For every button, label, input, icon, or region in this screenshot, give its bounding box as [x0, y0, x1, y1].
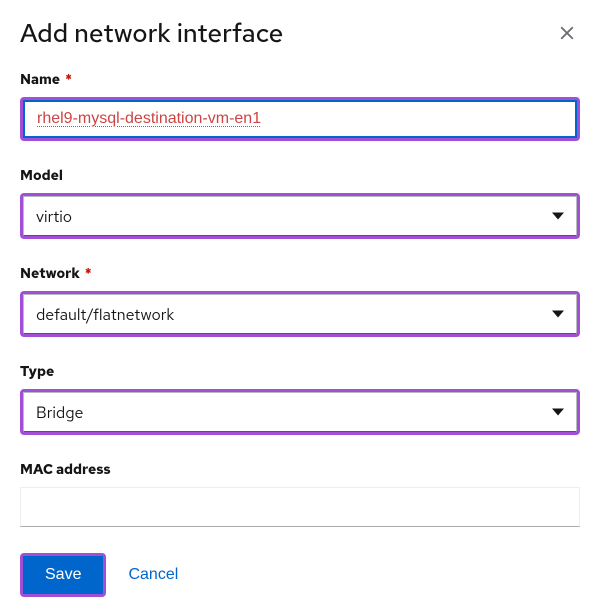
name-input[interactable] — [23, 100, 577, 138]
name-field: Name * — [20, 71, 580, 141]
cancel-button[interactable]: Cancel — [128, 566, 178, 584]
network-field: Network * default/flatnetwork — [20, 265, 580, 337]
mac-input[interactable] — [20, 487, 580, 527]
modal-title: Add network interface — [20, 18, 283, 49]
required-marker: * — [65, 71, 72, 89]
model-highlight: virtio — [20, 193, 580, 239]
name-label: Name * — [20, 71, 580, 89]
network-label-text: Network — [20, 265, 80, 283]
type-label: Type — [20, 363, 580, 381]
type-field: Type Bridge — [20, 363, 580, 435]
mac-field: MAC address — [20, 461, 580, 527]
network-select[interactable]: default/flatnetwork — [23, 294, 577, 334]
save-button[interactable]: Save — [23, 556, 103, 594]
type-select[interactable]: Bridge — [23, 392, 577, 432]
chevron-down-icon — [552, 213, 564, 220]
close-icon — [558, 24, 576, 42]
mac-label-text: MAC address — [20, 461, 111, 479]
model-select[interactable]: virtio — [23, 196, 577, 236]
required-marker: * — [85, 265, 92, 283]
type-label-text: Type — [20, 363, 54, 381]
mac-label: MAC address — [20, 461, 580, 479]
close-button[interactable] — [554, 20, 580, 46]
type-select-value: Bridge — [36, 402, 83, 423]
add-network-interface-modal: Add network interface Name * Model virti… — [0, 0, 600, 613]
model-select-value: virtio — [36, 206, 72, 227]
network-highlight: default/flatnetwork — [20, 291, 580, 337]
chevron-down-icon — [552, 311, 564, 318]
model-label: Model — [20, 167, 580, 185]
name-highlight — [20, 97, 580, 141]
name-label-text: Name — [20, 71, 60, 89]
network-select-value: default/flatnetwork — [36, 304, 174, 325]
network-label: Network * — [20, 265, 580, 283]
model-field: Model virtio — [20, 167, 580, 239]
modal-header: Add network interface — [20, 18, 580, 49]
modal-actions: Save Cancel — [20, 553, 580, 597]
model-label-text: Model — [20, 167, 63, 185]
save-highlight: Save — [20, 553, 106, 597]
chevron-down-icon — [552, 409, 564, 416]
type-highlight: Bridge — [20, 389, 580, 435]
